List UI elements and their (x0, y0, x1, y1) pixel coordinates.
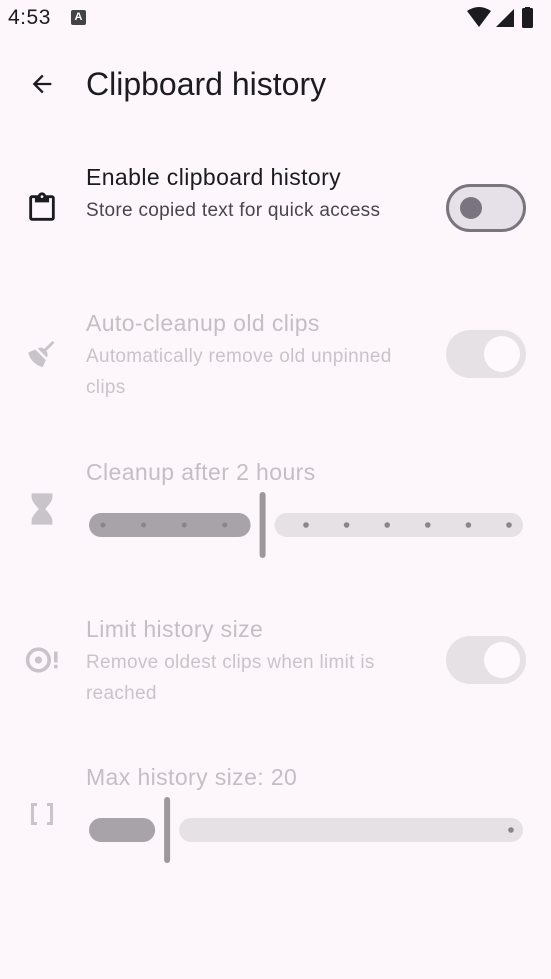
top-app-bar: Clipboard history (0, 50, 551, 122)
cell-signal-icon (496, 9, 514, 27)
slider-active-track (89, 818, 156, 842)
setting-limit-size: Limit history size Remove oldest clips w… (0, 602, 551, 722)
wifi-icon (467, 7, 491, 27)
slider-handle (164, 797, 171, 863)
page-title: Clipboard history (86, 66, 327, 102)
battery-icon (522, 8, 533, 28)
status-bar: 4:53 A (0, 0, 551, 38)
status-icons (467, 7, 533, 28)
setting-cleanup-after: Cleanup after 2 hours (0, 445, 551, 575)
setting-subtitle: Store copied text for quick access (86, 200, 381, 221)
slider-tick (506, 522, 512, 528)
setting-subtitle: Remove oldest clips when limit is reache… (86, 652, 375, 704)
back-button[interactable] (20, 62, 64, 106)
hourglass-icon (22, 489, 62, 529)
slider-tick (465, 522, 472, 528)
setting-title: Auto-cleanup old clips (86, 310, 320, 336)
slider-inactive-track (179, 818, 523, 842)
auto-cleanup-switch (446, 330, 526, 378)
setting-max-size: Max history size: 20 (0, 750, 551, 880)
slider-inactive-track (274, 513, 523, 537)
slider-graphic (89, 492, 523, 558)
limit-size-switch (446, 636, 526, 684)
status-time: 4:53 (8, 6, 51, 29)
arrow-back-icon (32, 74, 52, 94)
slider-tick (508, 827, 514, 833)
brackets-icon (22, 794, 62, 834)
data-usage-icon (22, 640, 62, 680)
setting-title: Max history size: 20 (86, 764, 298, 790)
slider-tick (343, 522, 350, 528)
slider-tick (425, 522, 431, 528)
enable-history-switch[interactable] (446, 184, 526, 232)
setting-auto-cleanup: Auto-cleanup old clips Automatically rem… (0, 296, 551, 416)
setting-enable-clipboard-history[interactable]: Enable clipboard history Store copied te… (0, 150, 551, 270)
switch-thumb (484, 336, 520, 372)
clipboard-icon (22, 188, 62, 228)
cleanup-after-slider[interactable] (86, 490, 526, 562)
slider-tick (141, 522, 147, 528)
max-size-slider[interactable] (86, 795, 526, 867)
a-icon: A (71, 10, 86, 25)
switch-thumb (460, 197, 482, 219)
switch-thumb (484, 642, 520, 678)
slider-tick (181, 522, 187, 528)
slider-tick (303, 522, 309, 528)
setting-subtitle: Automatically remove old unpinned clips (86, 346, 392, 398)
broom-icon (22, 334, 62, 374)
slider-tick (222, 522, 228, 528)
setting-title: Cleanup after 2 hours (86, 459, 316, 485)
slider-tick (100, 522, 106, 528)
slider-graphic (89, 797, 523, 863)
slider-handle (259, 492, 266, 558)
setting-title: Enable clipboard history (86, 164, 342, 190)
setting-title: Limit history size (86, 616, 264, 642)
slider-tick (384, 522, 391, 528)
